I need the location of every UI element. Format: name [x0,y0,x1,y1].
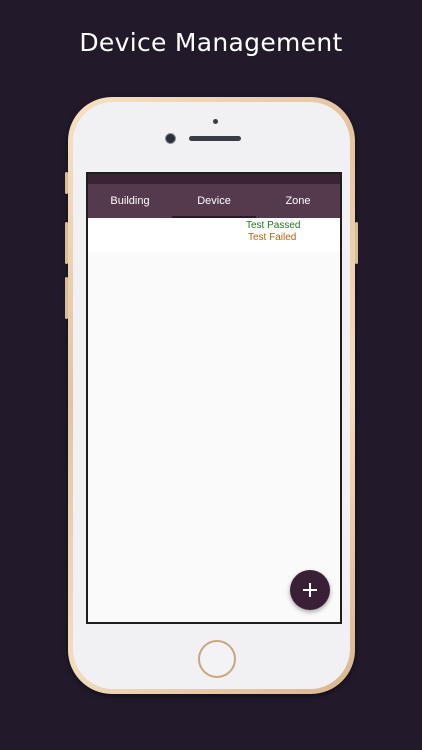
phone-frame: Building Device Zone Test Passed Test Fa… [65,97,358,694]
plus-icon [303,583,317,597]
volume-down-button [65,277,68,319]
status-passed-label: Test Passed [246,220,301,231]
mute-switch [65,172,68,194]
status-bar [88,174,340,184]
tab-building[interactable]: Building [88,184,172,218]
add-device-button[interactable] [290,570,330,610]
power-button [355,222,358,264]
front-camera [165,133,176,144]
tab-device[interactable]: Device [172,184,256,218]
earpiece-speaker [189,136,241,141]
proximity-sensor [213,119,218,124]
page-headline: Device Management [79,28,343,57]
home-button[interactable] [198,640,236,678]
tab-zone[interactable]: Zone [256,184,340,218]
list-item[interactable]: Test Passed Test Failed [88,218,340,252]
status-failed-label: Test Failed [248,232,297,243]
app-screen: Building Device Zone Test Passed Test Fa… [86,172,342,624]
volume-up-button [65,222,68,264]
phone-bezel: Building Device Zone Test Passed Test Fa… [73,102,350,689]
tab-bar: Building Device Zone [88,184,340,218]
